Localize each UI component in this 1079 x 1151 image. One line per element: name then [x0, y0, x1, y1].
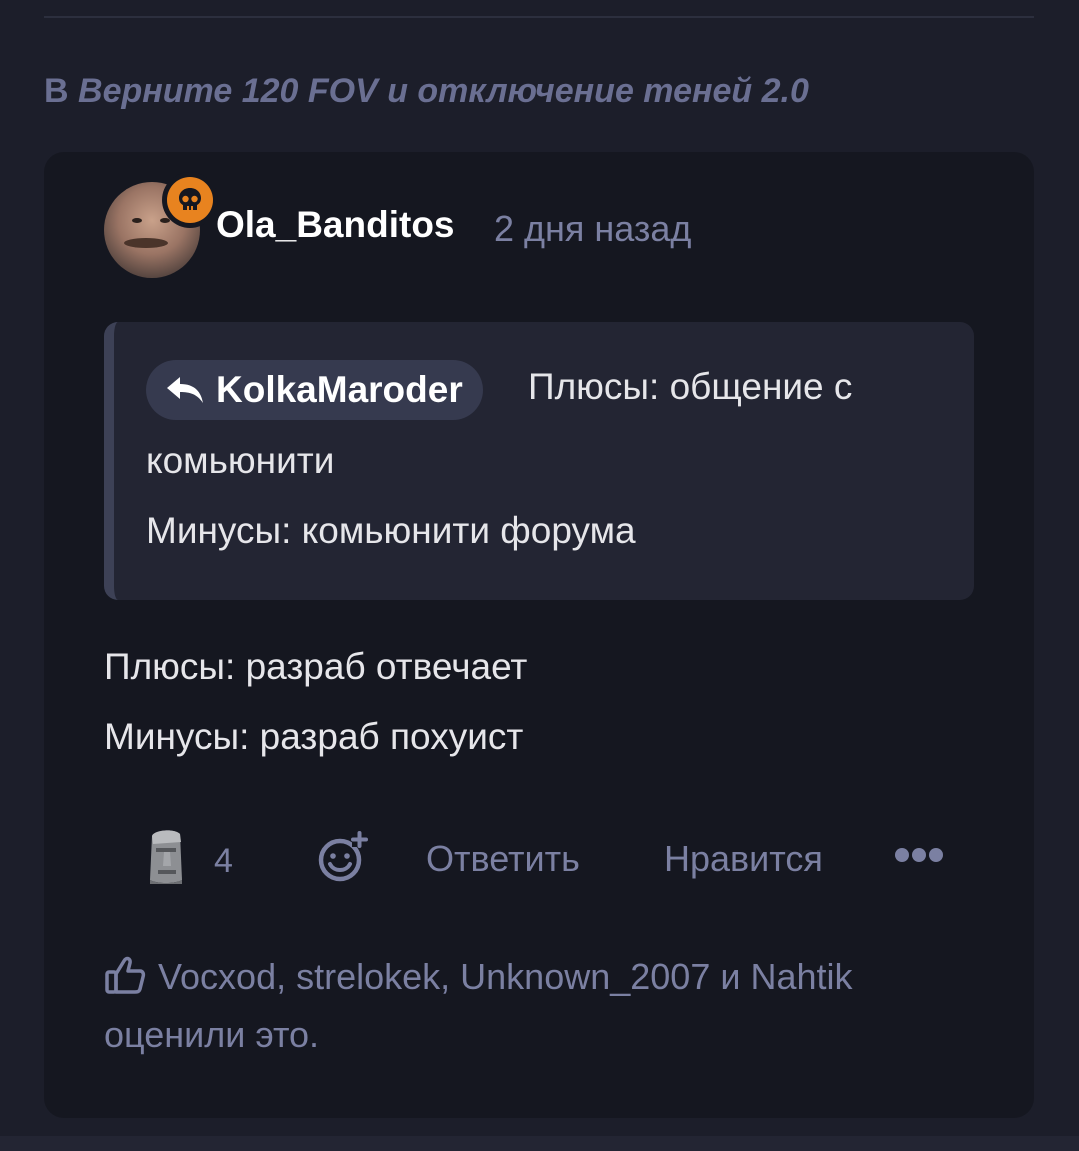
likes-summary[interactable]: Vocxod, strelokek, Unknown_2007 и Nahtik…: [104, 948, 944, 1064]
moai-emoji-icon[interactable]: [144, 828, 188, 886]
post-body-line: Плюсы: разраб отвечает: [104, 646, 528, 687]
post-body-line: Минусы: разраб похуист: [104, 716, 524, 757]
avatar-eye: [132, 218, 142, 223]
quote-text-line: Плюсы: общение с: [528, 366, 853, 407]
avatar-mustache: [124, 238, 168, 248]
quote-author-chip[interactable]: KolkaMaroder: [146, 360, 483, 420]
quote-block: KolkaMaroder Плюсы: общение с комьюнити …: [104, 322, 974, 600]
thread-title[interactable]: Верните 120 FOV и отключение теней 2.0: [78, 72, 809, 110]
thread-heading[interactable]: В Верните 120 FOV и отключение теней 2.0: [44, 72, 809, 111]
likes-summary-text: Vocxod, strelokek, Unknown_2007 и Nahtik…: [104, 956, 853, 1055]
author-username[interactable]: Ola_Banditos: [216, 204, 455, 246]
reply-arrow-icon: [167, 377, 203, 403]
thumbs-up-icon: [105, 956, 146, 994]
add-emoji-icon[interactable]: [316, 830, 370, 884]
top-divider: [44, 16, 1034, 18]
user-badge: [162, 172, 218, 228]
thread-prefix: В: [44, 72, 69, 110]
more-dots-icon[interactable]: [894, 846, 944, 864]
reaction-count: 4: [214, 842, 233, 880]
like-button[interactable]: Нравится: [664, 838, 823, 880]
bottom-divider: [0, 1136, 1079, 1151]
quote-text-line: Минусы: комьюнити форума: [146, 510, 636, 551]
post-card: Ola_Banditos 2 дня назад KolkaMaroder Пл…: [44, 152, 1034, 1118]
author-avatar-wrap[interactable]: [104, 172, 218, 278]
skull-icon: [167, 177, 213, 223]
post-timestamp[interactable]: 2 дня назад: [494, 208, 691, 250]
reply-button[interactable]: Ответить: [426, 838, 580, 880]
post-actions: 4 Ответить Нравится: [44, 824, 1034, 890]
quote-text-line: комьюнити: [146, 440, 335, 481]
quote-author-name: KolkaMaroder: [216, 369, 463, 410]
